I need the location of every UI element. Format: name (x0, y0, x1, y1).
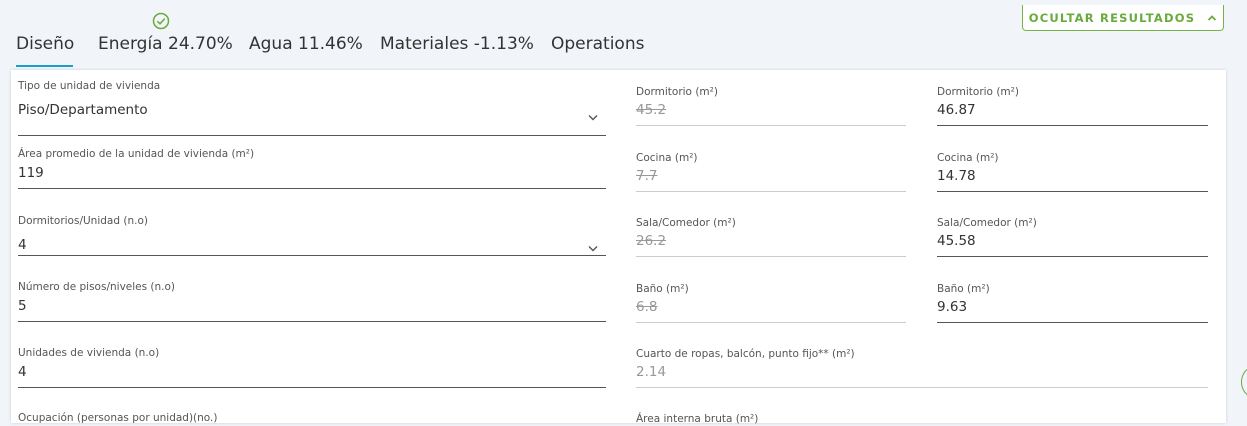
default-living-dining-value: 26.2 (636, 233, 667, 249)
bedroom-area-value: 46.87 (937, 102, 976, 118)
bedrooms-per-unit-value: 4 (18, 237, 27, 253)
active-tab-indicator (16, 65, 73, 67)
chevron-down-icon (588, 246, 598, 252)
kitchen-area-value: 14.78 (937, 168, 976, 184)
housing-unit-type-value: Piso/Departamento (18, 102, 148, 118)
default-laundry-balcony-label: Cuarto de ropas, balcón, punto fijo** (m… (636, 348, 855, 360)
chevron-down-icon (588, 115, 598, 121)
tab-diseno[interactable]: Diseño (16, 34, 74, 54)
housing-unit-type-label: Tipo de unidad de vivienda (18, 80, 161, 92)
check-circle-icon (152, 12, 170, 30)
default-bedroom-field: Dormitorio (m²) 45.2 (636, 86, 906, 128)
tab-agua[interactable]: Agua 11.46% (249, 34, 363, 54)
floors-field[interactable]: Número de pisos/niveles (n.o) 5 (18, 281, 606, 323)
default-laundry-balcony-field: Cuarto de ropas, balcón, punto fijo** (m… (636, 348, 1208, 390)
default-kitchen-field: Cocina (m²) 7.7 (636, 152, 906, 194)
gross-internal-area-label: Área interna bruta (m²) (636, 413, 759, 425)
kitchen-area-field[interactable]: Cocina (m²) 14.78 (937, 152, 1208, 194)
tab-energia[interactable]: Energía 24.70% (98, 34, 233, 54)
default-bathroom-field: Baño (m²) 6.8 (636, 283, 906, 325)
bathroom-area-value: 9.63 (937, 299, 968, 315)
floors-value: 5 (18, 298, 27, 314)
living-dining-area-value: 45.58 (937, 233, 976, 249)
design-form-panel: Tipo de unidad de vivienda Piso/Departam… (11, 70, 1226, 426)
hide-results-label: OCULTAR RESULTADOS (1028, 10, 1196, 25)
bathroom-area-field[interactable]: Baño (m²) 9.63 (937, 283, 1208, 325)
housing-units-label: Unidades de vivienda (n.o) (18, 347, 160, 359)
hide-results-button[interactable]: OCULTAR RESULTADOS (1022, 5, 1224, 31)
living-dining-area-field[interactable]: Sala/Comedor (m²) 45.58 (937, 217, 1208, 259)
housing-units-value: 4 (18, 364, 27, 380)
bedrooms-per-unit-select[interactable]: Dormitorios/Unidad (n.o) 4 (18, 215, 606, 257)
tab-bar: Diseño Energía 24.70% Agua 11.46% Materi… (0, 0, 1247, 70)
housing-unit-type-select[interactable]: Tipo de unidad de vivienda Piso/Departam… (18, 80, 606, 136)
default-living-dining-field: Sala/Comedor (m²) 26.2 (636, 217, 906, 259)
floating-action-button[interactable] (1241, 367, 1247, 397)
tab-operations[interactable]: Operations (551, 34, 644, 54)
avg-area-field[interactable]: Área promedio de la unidad de vivienda (… (18, 148, 606, 190)
bedrooms-per-unit-label: Dormitorios/Unidad (n.o) (18, 215, 148, 227)
avg-area-value: 119 (18, 165, 44, 181)
gross-internal-area-field: Área interna bruta (m²) (636, 413, 906, 425)
chevron-up-icon (1208, 14, 1217, 21)
bathroom-area-label: Baño (m²) (937, 283, 990, 295)
default-bathroom-label: Baño (m²) (636, 283, 689, 295)
default-bedroom-value: 45.2 (636, 102, 667, 118)
default-kitchen-label: Cocina (m²) (636, 152, 698, 164)
bedroom-area-label: Dormitorio (m²) (937, 86, 1019, 98)
occupancy-label: Ocupación (personas por unidad)(no.) (18, 412, 218, 424)
tab-materiales[interactable]: Materiales -1.13% (380, 34, 534, 54)
floors-label: Número de pisos/niveles (n.o) (18, 281, 176, 293)
bedroom-area-field[interactable]: Dormitorio (m²) 46.87 (937, 86, 1208, 128)
kitchen-area-label: Cocina (m²) (937, 152, 999, 164)
default-laundry-balcony-value: 2.14 (636, 364, 667, 380)
default-bathroom-value: 6.8 (636, 299, 658, 315)
avg-area-label: Área promedio de la unidad de vivienda (… (18, 148, 255, 160)
housing-units-field[interactable]: Unidades de vivienda (n.o) 4 (18, 347, 606, 389)
default-kitchen-value: 7.7 (636, 168, 658, 184)
default-living-dining-label: Sala/Comedor (m²) (636, 217, 736, 229)
living-dining-area-label: Sala/Comedor (m²) (937, 217, 1037, 229)
occupancy-field[interactable]: Ocupación (personas por unidad)(no.) (18, 412, 606, 426)
default-bedroom-label: Dormitorio (m²) (636, 86, 718, 98)
